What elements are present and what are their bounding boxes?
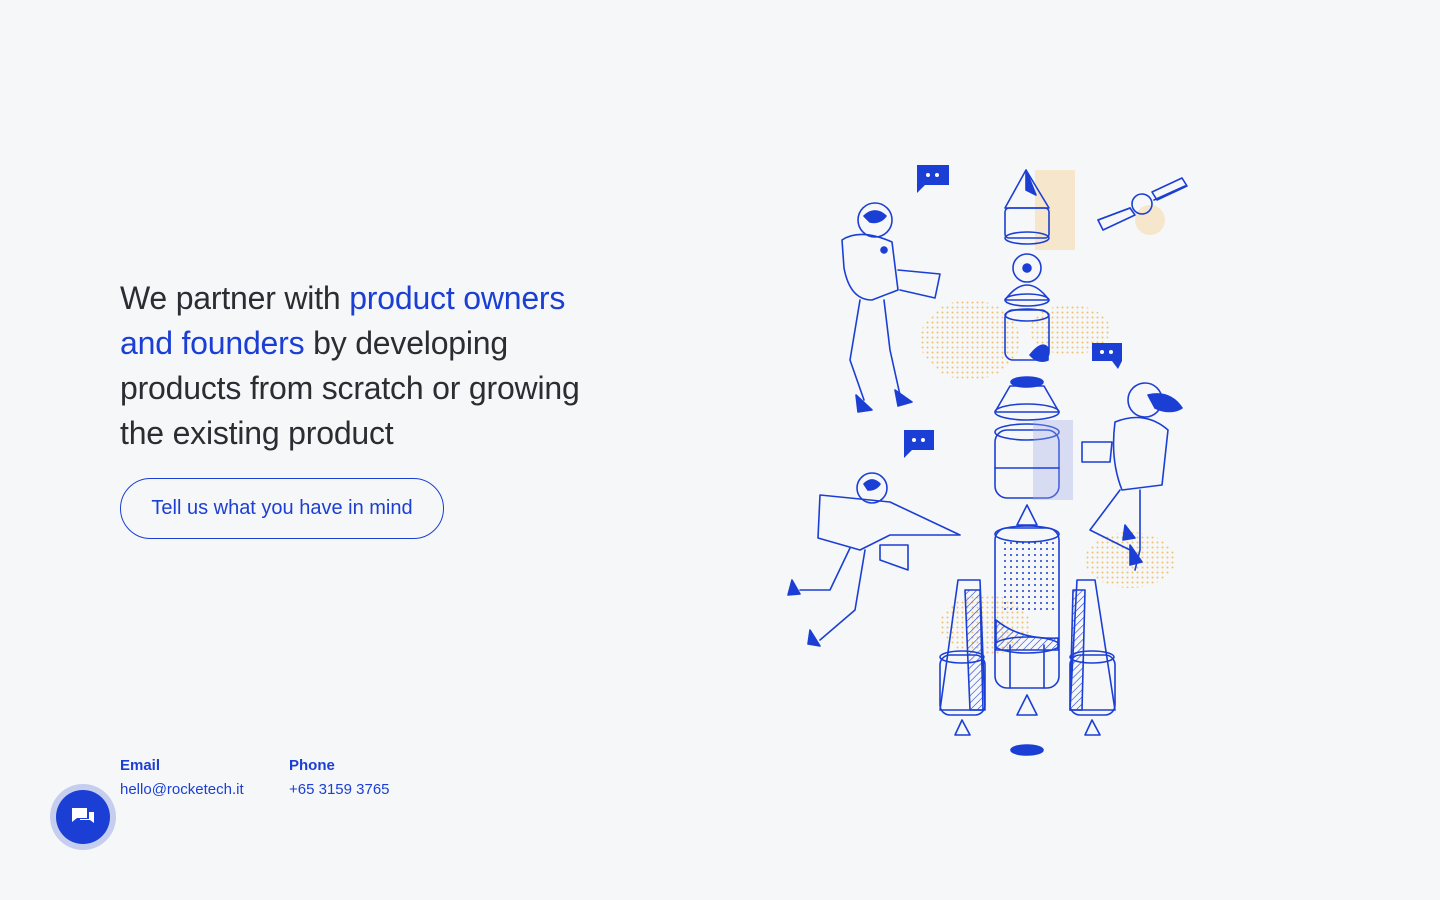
email-contact: Email hello@rocketech.it	[120, 754, 244, 802]
email-label: Email	[120, 757, 161, 774]
chat-widget-button[interactable]	[50, 784, 116, 850]
phone-contact: Phone +65 3159 3765	[289, 754, 390, 802]
email-link[interactable]: hello@rocketech.it	[120, 781, 244, 798]
headline-part-1: We partner with	[120, 280, 350, 316]
phone-link[interactable]: +65 3159 3765	[289, 781, 390, 798]
tell-us-button[interactable]: Tell us what you have in mind	[120, 478, 444, 539]
page: We partner with product owners and found…	[0, 0, 1440, 900]
chat-button-inner	[56, 790, 110, 844]
hero-headline: We partner with product owners and found…	[120, 276, 620, 456]
chat-bubbles-icon	[72, 808, 94, 823]
phone-label: Phone	[289, 757, 335, 774]
rocket-astronauts-illustration	[787, 165, 1188, 756]
